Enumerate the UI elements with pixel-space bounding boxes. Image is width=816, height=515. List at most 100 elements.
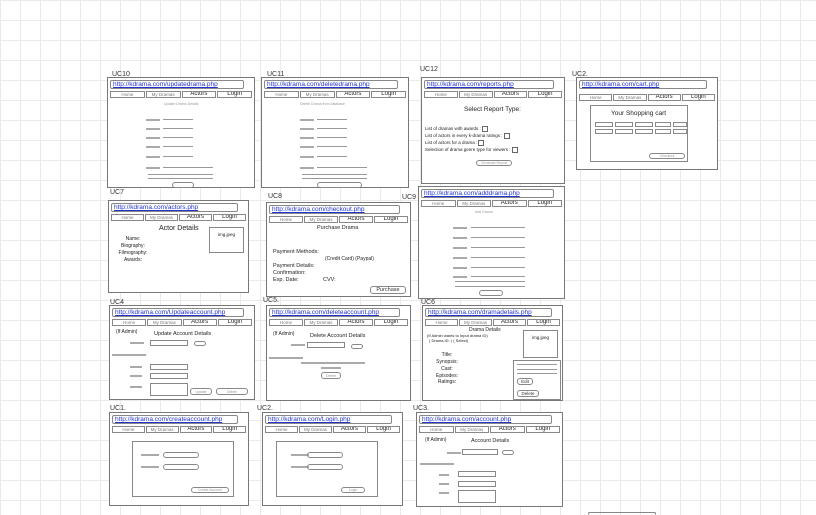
report-option: List of actors for a drama : (425, 140, 485, 146)
checkout-button[interactable]: Checkout (649, 153, 685, 159)
nav-home[interactable]: Home (425, 319, 458, 326)
uc7-label: UC7 (110, 189, 125, 196)
generate-report-button[interactable]: Generate Report (476, 160, 512, 166)
nav-dramas[interactable]: My Dramas (304, 216, 338, 223)
nav-login[interactable]: Login (528, 91, 562, 98)
url-bar[interactable]: http://kdrama.com/adddrama.php (421, 189, 554, 198)
delete-button[interactable]: Delete (216, 388, 248, 395)
url-bar[interactable]: http://kdrama.com/account.php (419, 415, 552, 424)
url-bar[interactable]: http://kdrama.com/Login.php (265, 415, 392, 424)
nav-dramas[interactable]: My Dramas (145, 426, 179, 433)
nav-dramas[interactable]: My Dramas (147, 319, 182, 326)
nav-home[interactable]: Home (112, 319, 147, 326)
nav-actors[interactable]: Actors (339, 216, 373, 223)
nav-actors[interactable]: Actors (493, 91, 528, 98)
url-bar[interactable]: http://kdrama.com/deleteaccount.php (269, 308, 400, 317)
select-button[interactable] (351, 344, 363, 349)
nav-dramas[interactable]: My Dramas (456, 200, 491, 207)
confirmation-label: Confirmation: (273, 270, 306, 276)
url-bar[interactable]: http://kdrama.com/createaccount.php (112, 415, 238, 424)
url-bar[interactable]: http://kdrama.com/checkout.php (269, 205, 400, 214)
nav-actors[interactable]: Actors (335, 91, 371, 98)
nav-login[interactable]: Login (681, 94, 715, 101)
nav-home[interactable]: Home (264, 91, 299, 98)
nav-actors[interactable]: Actors (490, 426, 525, 433)
nav-login[interactable]: Login (217, 91, 252, 98)
nav-home[interactable]: Home (421, 200, 456, 207)
nav-home[interactable]: Home (269, 319, 303, 326)
username-field[interactable] (307, 452, 343, 458)
nav-login[interactable]: Login (527, 200, 562, 207)
login-button[interactable]: Login (341, 487, 365, 493)
nav-home[interactable]: Home (110, 91, 145, 98)
nav-login[interactable]: Login (217, 319, 252, 326)
nav-login[interactable]: Login (374, 216, 408, 223)
actor-field: Filmography: (118, 250, 148, 256)
delete-button[interactable] (317, 182, 362, 188)
update-account-title: Update Account Details (154, 331, 212, 337)
url-bar[interactable]: http://kdrama.com/Updateaccount.php (112, 308, 244, 317)
nav-actors[interactable]: Actors (179, 214, 212, 221)
url-bar[interactable]: http://kdrama.com/actors.php (111, 203, 238, 212)
purchase-button[interactable]: Purchase (370, 286, 406, 294)
nav-home[interactable]: Home (112, 426, 145, 433)
nav-home[interactable]: Home (579, 94, 613, 101)
nav-login[interactable]: Login (374, 319, 408, 326)
url-bar[interactable]: http://kdrama.com/reports.php (424, 80, 554, 89)
report-checkbox[interactable] (481, 126, 488, 132)
nav-login[interactable]: Login (371, 91, 406, 98)
password-field[interactable] (307, 464, 343, 470)
nav-actors[interactable]: Actors (181, 91, 217, 98)
nav-bar: Home My Dramas Actors Login (112, 319, 252, 326)
nav-dramas[interactable]: My Dramas (299, 91, 335, 98)
report-checkbox[interactable] (478, 140, 485, 146)
cart-title: Your Shopping cart (611, 110, 667, 117)
update-button[interactable] (172, 182, 194, 188)
url-bar[interactable]: http://kdrama.com/deletedrama.php (264, 80, 398, 89)
nav-login[interactable]: Login (213, 426, 246, 433)
drama-id-input[interactable]: ( Drama ID: ) ( Select) (429, 338, 468, 343)
delete-button[interactable]: Delete (517, 390, 539, 397)
uc3-wireframe: http://kdrama.com/account.php Home My Dr… (416, 412, 563, 507)
url-bar[interactable]: http://kdrama.com/cart.php (579, 80, 707, 89)
nav-home[interactable]: Home (265, 426, 298, 433)
nav-home[interactable]: Home (424, 91, 458, 98)
nav-actors[interactable]: Actors (182, 319, 217, 326)
nav-actors[interactable]: Actors (647, 94, 681, 101)
nav-home[interactable]: Home (269, 216, 303, 223)
nav-home[interactable]: Home (111, 214, 144, 221)
nav-dramas[interactable]: My Dramas (613, 94, 647, 101)
report-checkbox[interactable] (503, 133, 510, 139)
add-button[interactable] (479, 290, 503, 296)
nav-dramas[interactable]: My Dramas (454, 426, 489, 433)
nav-dramas[interactable]: My Dramas (145, 91, 181, 98)
username-field[interactable] (163, 452, 199, 458)
payment-methods-options[interactable]: (Credit Card) (Paypal) (325, 256, 374, 263)
nav-bar: Home My Dramas Actors Login (111, 214, 246, 221)
url-bar[interactable]: http://kdrama.com/updatedrama.php (110, 80, 244, 89)
update-button[interactable]: Update (190, 388, 212, 395)
nav-actors[interactable]: Actors (492, 200, 527, 207)
nav-actors[interactable]: Actors (493, 319, 526, 326)
select-button[interactable] (194, 341, 206, 346)
nav-login[interactable]: Login (367, 426, 400, 433)
nav-login[interactable]: Login (525, 426, 560, 433)
url-bar[interactable]: http://kdrama.com/dramadetails.php (425, 308, 552, 317)
password-field[interactable] (163, 464, 199, 470)
nav-home[interactable]: Home (419, 426, 454, 433)
nav-actors[interactable]: Actors (179, 426, 213, 433)
edit-button[interactable]: Edit (517, 378, 533, 385)
report-checkbox[interactable] (511, 147, 518, 153)
nav-login[interactable]: Login (213, 214, 246, 221)
nav-dramas[interactable]: My Dramas (299, 426, 332, 433)
delete-button[interactable]: Delete (321, 372, 341, 379)
nav-actors[interactable]: Actors (333, 426, 366, 433)
nav-dramas[interactable]: My Dramas (145, 214, 178, 221)
select-button[interactable] (502, 450, 514, 455)
nav-login[interactable]: Login (527, 319, 560, 326)
nav-dramas[interactable]: My Dramas (458, 91, 493, 98)
nav-dramas[interactable]: My Dramas (304, 319, 338, 326)
nav-actors[interactable]: Actors (339, 319, 373, 326)
nav-dramas[interactable]: My Dramas (459, 319, 492, 326)
create-account-button[interactable]: Create Account (191, 487, 229, 493)
